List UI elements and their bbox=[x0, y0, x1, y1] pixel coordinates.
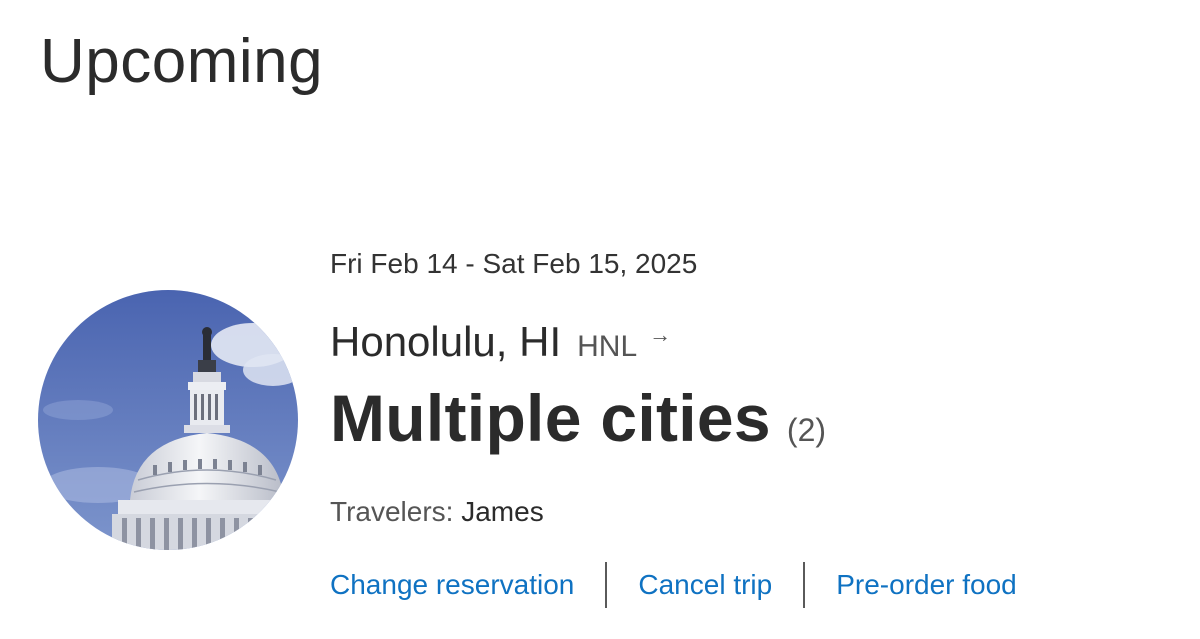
trip-dates: Fri Feb 14 - Sat Feb 15, 2025 bbox=[330, 248, 698, 279]
trip-travelers: Travelers: James bbox=[330, 496, 544, 528]
travelers-label: Travelers: bbox=[330, 496, 454, 527]
travelers-value: James bbox=[461, 496, 544, 527]
destination-count: (2) bbox=[786, 412, 827, 448]
change-reservation-link[interactable]: Change reservation bbox=[330, 569, 574, 601]
origin-city: Honolulu, HI bbox=[330, 318, 562, 365]
trip-card: Fri Feb 14 - Sat Feb 15, 2025 Honolulu, … bbox=[38, 240, 1178, 620]
trip-destination: Multiple cities (2) bbox=[330, 380, 826, 456]
page-title: Upcoming bbox=[40, 27, 324, 96]
destination-city: Multiple cities bbox=[330, 381, 771, 455]
arrow-right-icon: → bbox=[649, 322, 672, 347]
action-divider bbox=[605, 562, 608, 608]
trip-photo bbox=[38, 290, 298, 550]
action-divider bbox=[803, 562, 806, 608]
trip-actions: Change reservation Cancel trip Pre-order… bbox=[330, 562, 1017, 608]
preorder-food-link[interactable]: Pre-order food bbox=[836, 569, 1017, 601]
cancel-trip-link[interactable]: Cancel trip bbox=[638, 569, 772, 601]
origin-airport-code: HNL bbox=[577, 330, 638, 363]
trip-origin: Honolulu, HI HNL → bbox=[330, 318, 671, 366]
